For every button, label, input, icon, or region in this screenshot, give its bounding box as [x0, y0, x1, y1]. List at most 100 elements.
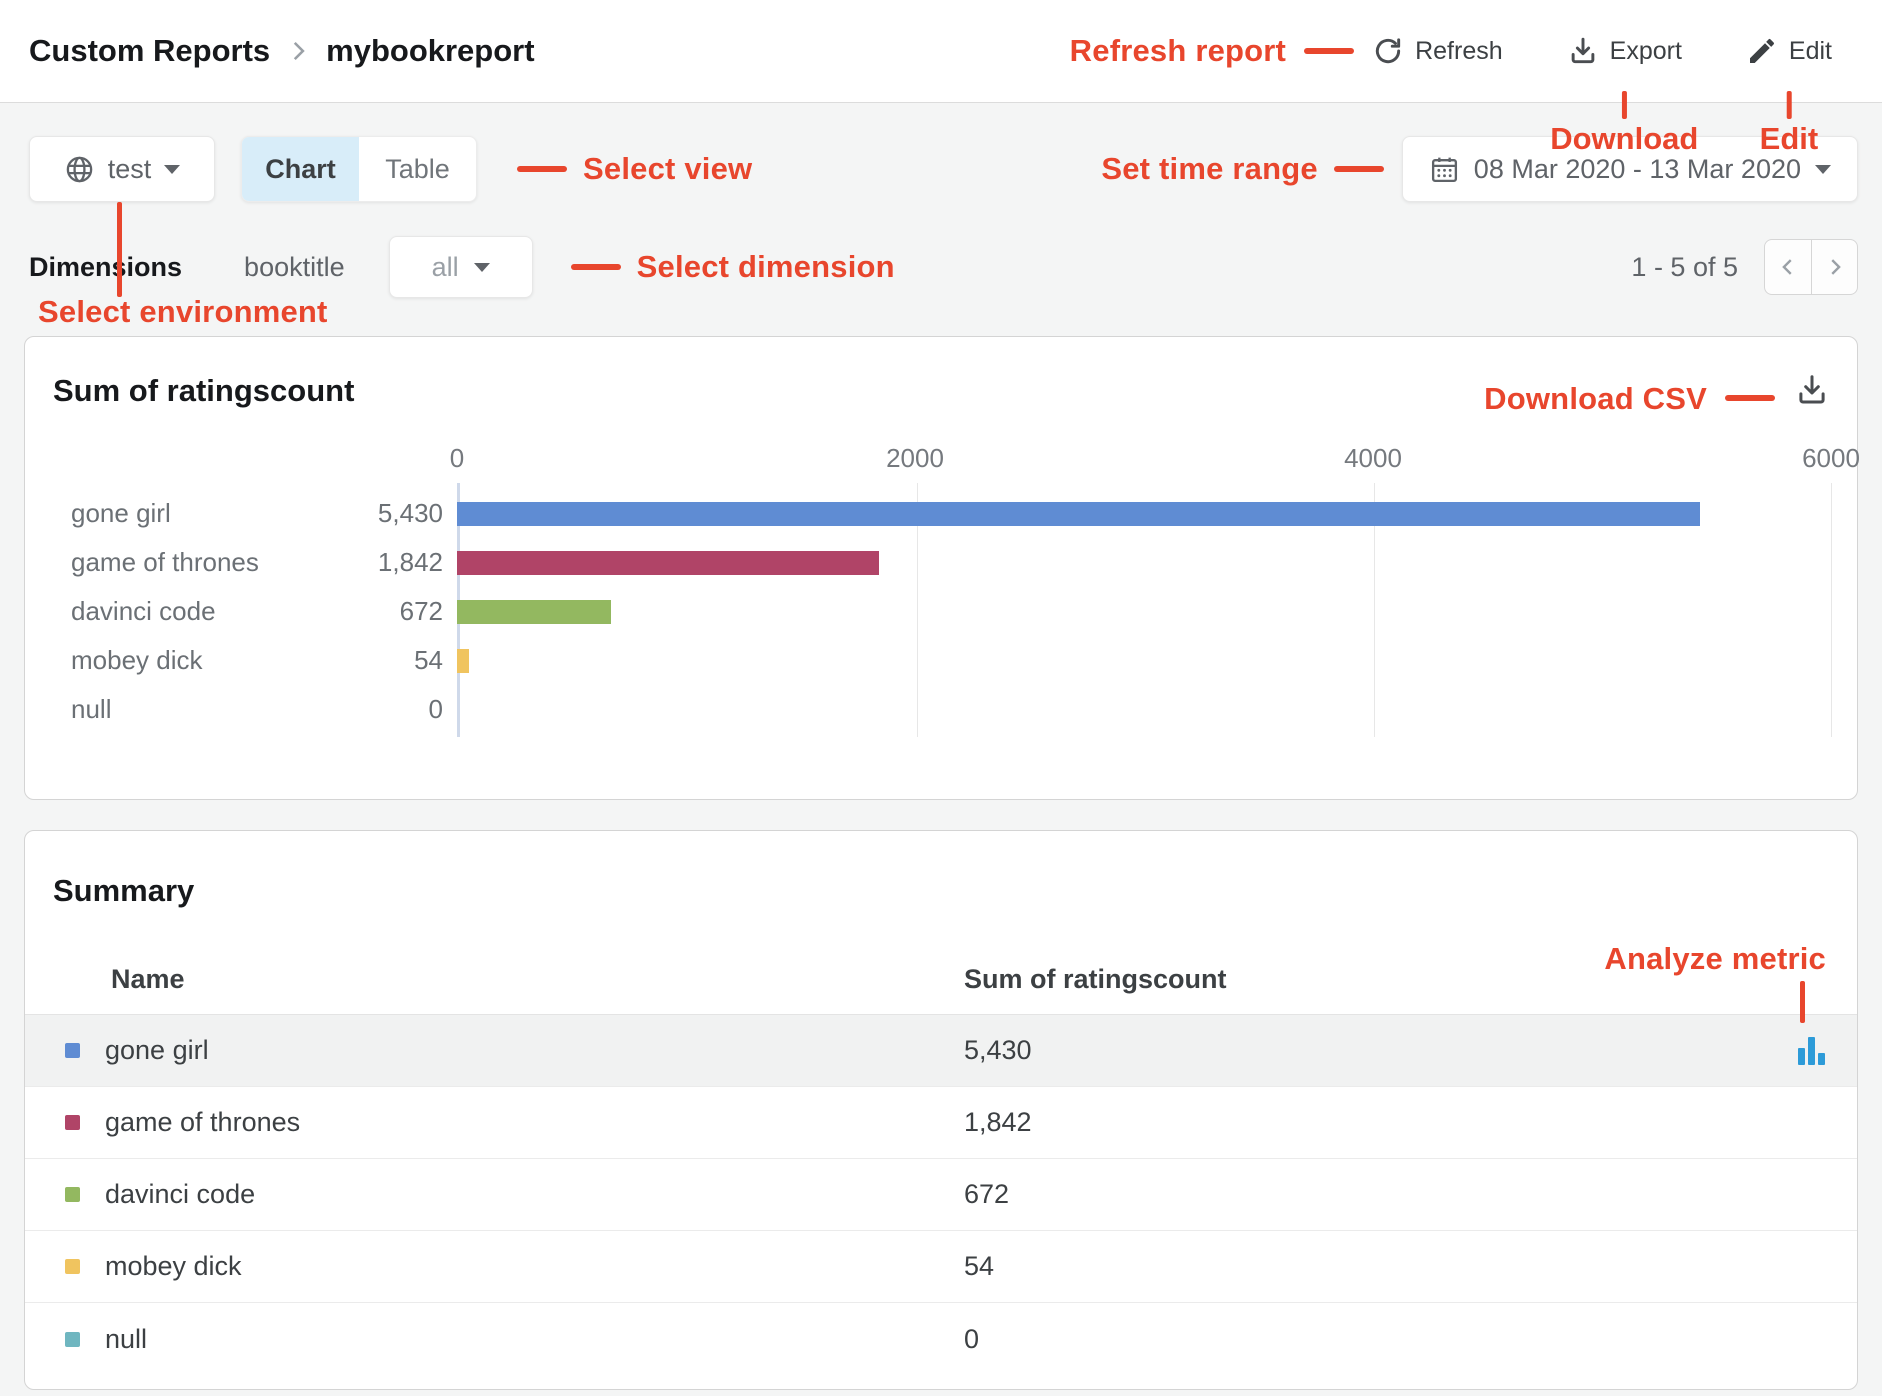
- row-name: gone girl: [105, 1035, 209, 1066]
- calendar-icon: [1429, 154, 1460, 185]
- annotation-set-time-range: Set time range: [1101, 151, 1317, 187]
- table-row[interactable]: gone girl 5,430: [25, 1015, 1857, 1087]
- x-tick: 4000: [1344, 443, 1402, 474]
- chevron-down-icon: [1815, 165, 1831, 174]
- chart-bar: [457, 649, 469, 673]
- breadcrumb-custom-reports[interactable]: Custom Reports: [29, 33, 270, 69]
- series-color-swatch: [65, 1115, 80, 1130]
- globe-icon: [64, 154, 95, 185]
- download-csv-button[interactable]: [1791, 369, 1833, 411]
- row-name: game of thrones: [105, 1107, 300, 1138]
- custom-report-page: Custom Reports mybookreport Refresh repo…: [0, 0, 1882, 1396]
- table-row[interactable]: davinci code 672: [25, 1159, 1857, 1231]
- row-name: mobey dick: [105, 1251, 242, 1282]
- chart-rows: gone girl 5,430 game of thrones 1,842 da…: [25, 489, 1831, 734]
- table-row[interactable]: null 0: [25, 1303, 1857, 1375]
- refresh-label: Refresh: [1415, 37, 1503, 66]
- chart-bar-track: [457, 502, 1831, 526]
- annotation-download-csv-line: [1725, 395, 1775, 401]
- chevron-right-icon: [285, 38, 311, 64]
- row-value: 5,430: [964, 1035, 1707, 1066]
- table-row[interactable]: mobey dick 54: [25, 1231, 1857, 1303]
- summary-card: Summary Analyze metric Name Sum of ratin…: [24, 830, 1858, 1390]
- breadcrumb: Custom Reports mybookreport: [29, 33, 535, 69]
- environment-dropdown[interactable]: test: [29, 136, 215, 202]
- tab-table[interactable]: Table: [359, 137, 476, 201]
- x-tick: 0: [450, 443, 464, 474]
- chevron-down-icon: [164, 165, 180, 174]
- x-tick: 6000: [1802, 443, 1860, 474]
- table-row[interactable]: game of thrones 1,842: [25, 1087, 1857, 1159]
- chevron-right-icon: [1824, 256, 1846, 278]
- annotation-select-view-line: [517, 166, 567, 172]
- annotation-select-dimension-line: [571, 264, 621, 270]
- chart-card: Sum of ratingscount Download CSV 0 2000 …: [24, 336, 1858, 800]
- refresh-icon: [1372, 35, 1404, 67]
- tab-chart[interactable]: Chart: [242, 137, 359, 201]
- download-icon: [1794, 372, 1830, 408]
- row-name: null: [105, 1324, 147, 1355]
- series-color-swatch: [65, 1259, 80, 1274]
- annotation-select-environment: Select environment: [38, 294, 328, 330]
- row-value: 672: [964, 1179, 1707, 1210]
- bar-chart-icon: [1808, 1037, 1815, 1065]
- chart-x-axis-ticks: 0 2000 4000 6000: [457, 443, 1831, 475]
- column-header-name: Name: [25, 964, 964, 995]
- chart-bar: [457, 551, 879, 575]
- annotation-set-time-range-line: [1334, 166, 1384, 172]
- chart-bar-track: [457, 551, 1831, 575]
- column-header-value: Sum of ratingscount: [964, 964, 1707, 995]
- summary-table-header: Name Sum of ratingscount: [25, 945, 1857, 1015]
- series-color-swatch: [65, 1187, 80, 1202]
- edit-button[interactable]: Edit Edit: [1746, 35, 1832, 67]
- annotation-analyze-metric: Analyze metric: [1604, 941, 1826, 977]
- chart-value-label: 672: [315, 596, 457, 627]
- dimensions-label: Dimensions: [29, 252, 182, 283]
- chart-row: mobey dick 54: [25, 636, 1831, 685]
- chart-title: Sum of ratingscount: [53, 373, 354, 409]
- chart-bar: [457, 600, 611, 624]
- download-icon: [1567, 35, 1599, 67]
- date-range-value: 08 Mar 2020 - 13 Mar 2020: [1474, 154, 1801, 185]
- chart-value-label: 5,430: [315, 498, 457, 529]
- chart-category-label: mobey dick: [25, 645, 315, 676]
- top-bar: Custom Reports mybookreport Refresh repo…: [0, 0, 1882, 103]
- row-name: davinci code: [105, 1179, 255, 1210]
- annotation-download-line: [1622, 91, 1627, 119]
- export-button[interactable]: Export Download: [1567, 35, 1682, 67]
- breadcrumb-report-name: mybookreport: [326, 33, 534, 69]
- chevron-down-icon: [474, 263, 490, 272]
- x-tick: 2000: [886, 443, 944, 474]
- dimension-filter-dropdown[interactable]: all: [389, 236, 533, 298]
- edit-label: Edit: [1789, 37, 1832, 66]
- bar-chart-icon: [1818, 1053, 1825, 1065]
- chevron-left-icon: [1777, 256, 1799, 278]
- annotation-edit-line: [1786, 91, 1791, 119]
- bar-chart-icon: [1798, 1048, 1805, 1065]
- annotation-refresh-report: Refresh report: [1070, 33, 1286, 69]
- refresh-button[interactable]: Refresh: [1372, 35, 1503, 67]
- chart-value-label: 1,842: [315, 547, 457, 578]
- row-value: 1,842: [964, 1107, 1707, 1138]
- chart-row: davinci code 672: [25, 587, 1831, 636]
- annotation-select-view: Select view: [583, 151, 752, 187]
- dimension-filter-value: all: [432, 252, 459, 283]
- view-toggle: Chart Table: [241, 136, 477, 202]
- gridline: [1831, 483, 1832, 737]
- chart-row: game of thrones 1,842: [25, 538, 1831, 587]
- series-color-swatch: [65, 1332, 80, 1347]
- chart-row: null 0: [25, 685, 1831, 734]
- chart-bar-track: [457, 698, 1831, 722]
- row-value: 0: [964, 1324, 1707, 1355]
- export-label: Export: [1610, 37, 1682, 66]
- row-value: 54: [964, 1251, 1707, 1282]
- chart-row: gone girl 5,430: [25, 489, 1831, 538]
- environment-value: test: [108, 154, 152, 185]
- summary-title: Summary: [25, 831, 1857, 909]
- annotation-select-environment-line: [117, 202, 122, 297]
- pagination-next-button[interactable]: [1811, 240, 1857, 294]
- pagination-prev-button[interactable]: [1765, 240, 1811, 294]
- series-color-swatch: [65, 1043, 80, 1058]
- chart-bar-track: [457, 600, 1831, 624]
- analyze-metric-button[interactable]: [1798, 1037, 1825, 1065]
